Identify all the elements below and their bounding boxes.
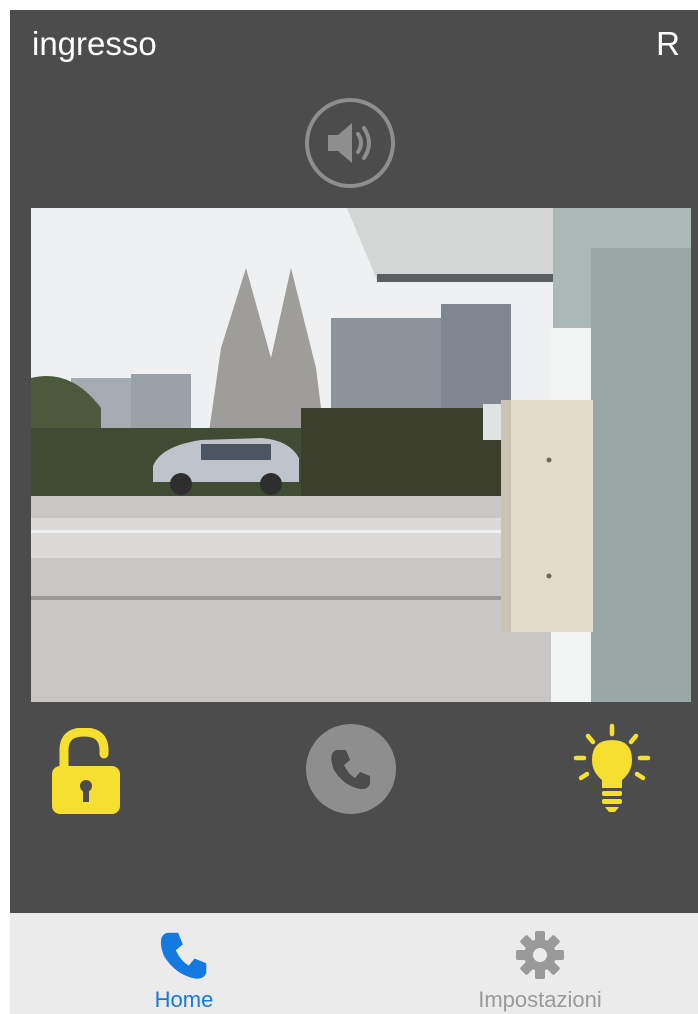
call-button[interactable]	[306, 724, 396, 814]
light-button[interactable]	[572, 722, 652, 814]
right-label[interactable]: R	[656, 24, 680, 64]
tab-settings[interactable]: Impostazioni	[440, 913, 640, 1014]
tab-settings-label: Impostazioni	[478, 987, 602, 1012]
speaker-button[interactable]	[305, 98, 395, 188]
gear-icon	[512, 927, 568, 983]
door-title: ingresso	[32, 25, 157, 62]
camera-video-feed	[31, 208, 691, 702]
unlock-door-button[interactable]	[50, 727, 126, 818]
lightbulb-icon	[573, 723, 651, 812]
intercom-panel: ingresso R	[10, 10, 698, 913]
unlocked-padlock-icon	[52, 727, 120, 814]
tab-home[interactable]: Home	[84, 913, 284, 1014]
tab-home-label: Home	[154, 987, 214, 1012]
phone-icon	[156, 927, 212, 983]
tab-bar: Home Impostazioni	[10, 913, 698, 1014]
app-screen: ingresso R Home Impostazioni	[0, 0, 698, 1014]
phone-icon	[331, 750, 370, 790]
speaker-volume-icon	[328, 123, 371, 163]
